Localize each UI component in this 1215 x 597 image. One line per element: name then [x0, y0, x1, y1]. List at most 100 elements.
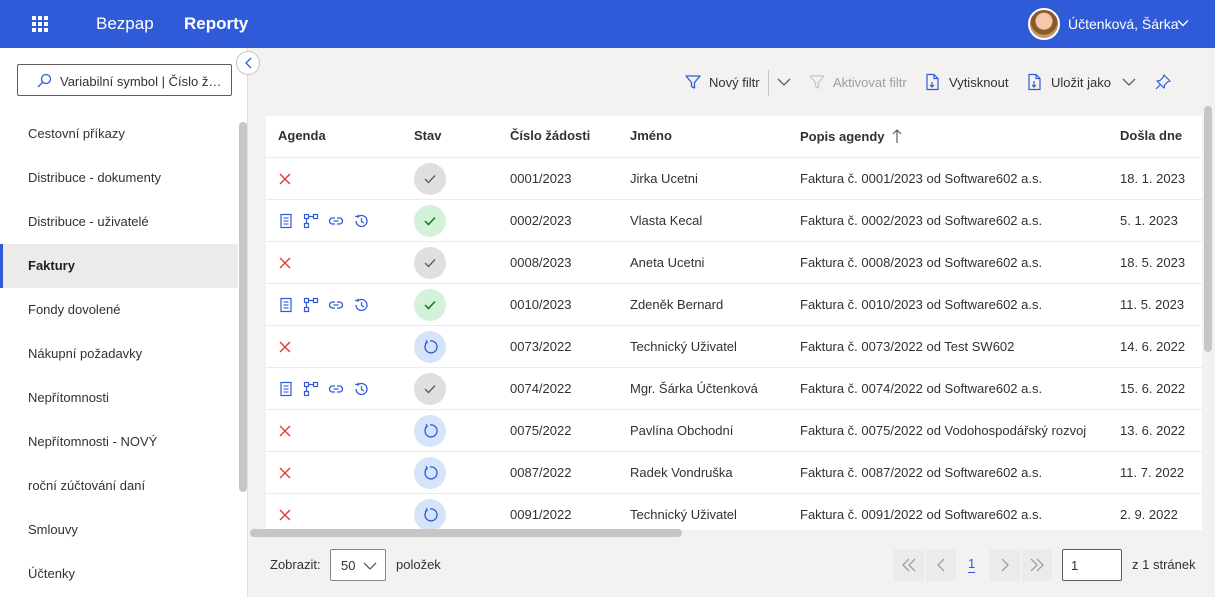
status-badge[interactable]	[414, 499, 446, 530]
column-header-agenda[interactable]: Agenda	[278, 128, 326, 143]
cell-name: Aneta Ucetni	[630, 255, 705, 270]
sidebar-item-nepritomnosti-novy[interactable]: Nepřítomnosti - NOVÝ	[0, 420, 238, 464]
link-icon[interactable]	[328, 381, 344, 397]
activate-filter-button[interactable]: Aktivovat filtr	[808, 72, 907, 92]
status-badge[interactable]	[414, 205, 446, 237]
status-check-icon	[424, 259, 436, 268]
next-page-button[interactable]	[990, 549, 1020, 581]
chevron-right-icon	[1001, 558, 1009, 572]
history-icon[interactable]	[353, 213, 369, 229]
history-icon[interactable]	[353, 297, 369, 313]
table-row[interactable]: 0073/2022 Technický Uživatel Faktura č. 00…	[266, 326, 1202, 368]
grid-vertical-scrollbar[interactable]	[1204, 106, 1212, 352]
reject-icon[interactable]	[278, 508, 292, 522]
column-header-request-number[interactable]: Číslo žádosti	[510, 128, 590, 143]
document-icon[interactable]	[278, 381, 294, 397]
workflow-icon[interactable]	[303, 213, 319, 229]
cell-request-number: 0001/2023	[510, 171, 572, 186]
link-icon[interactable]	[328, 213, 344, 229]
reject-icon[interactable]	[278, 256, 292, 270]
first-page-button[interactable]	[894, 549, 924, 581]
status-badge[interactable]	[414, 457, 446, 489]
link-icon[interactable]	[328, 297, 344, 313]
total-pages-label: z 1 stránek	[1132, 557, 1196, 572]
chevron-down-icon[interactable]	[1176, 16, 1190, 30]
reject-icon[interactable]	[278, 424, 292, 438]
cell-received: 2. 9. 2022	[1120, 507, 1178, 522]
sidebar-item-distribuce-dokumenty[interactable]: Distribuce - dokumenty	[0, 156, 238, 200]
page-size-value: 50	[341, 558, 356, 573]
user-avatar[interactable]	[1028, 8, 1060, 40]
column-header-status[interactable]: Stav	[414, 128, 441, 143]
status-badge[interactable]	[414, 247, 446, 279]
table-row[interactable]: 0008/2023 Aneta Ucetni Faktura č. 0008/202…	[266, 242, 1202, 284]
table-row[interactable]: 0074/2022 Mgr. Šárka Účtenková Faktura č. …	[266, 368, 1202, 410]
cell-description: Faktura č. 0010/2023 od Software602 a.s.	[800, 297, 1043, 312]
chevron-left-icon	[937, 558, 945, 572]
status-badge[interactable]	[414, 289, 446, 321]
sidebar-item-nepritomnosti[interactable]: Nepřítomnosti	[0, 376, 238, 420]
current-page-link[interactable]: 1	[968, 556, 976, 573]
pin-button[interactable]	[1154, 72, 1179, 92]
sidebar-item-fondy-dovolene[interactable]: Fondy dovolené	[0, 288, 238, 332]
agenda-cell	[278, 464, 301, 482]
print-button[interactable]: Vytisknout	[924, 72, 1009, 92]
document-icon[interactable]	[278, 213, 294, 229]
search-input[interactable]	[60, 71, 225, 91]
cell-name: Technický Uživatel	[630, 507, 737, 522]
grid-horizontal-scrollbar[interactable]	[250, 529, 682, 537]
table-row[interactable]: 0091/2022 Technický Uživatel Faktura č. 00…	[266, 494, 1202, 530]
sidebar-item-uctenky[interactable]: Účtenky	[0, 552, 238, 596]
agenda-cell	[278, 254, 301, 272]
command-bar: Nový filtr Aktivovat filtr Vytisknout Ul…	[248, 48, 1215, 116]
column-header-description[interactable]: Popis agendy	[800, 128, 902, 144]
cell-received: 11. 7. 2022	[1120, 465, 1185, 480]
user-name[interactable]: Účtenková, Šárka	[1068, 16, 1179, 32]
document-icon[interactable]	[278, 297, 294, 313]
sidebar-item-cestovni-prikazy[interactable]: Cestovní příkazy	[0, 112, 238, 156]
workflow-icon[interactable]	[303, 381, 319, 397]
page-number-input[interactable]	[1062, 549, 1122, 581]
status-badge[interactable]	[414, 373, 446, 405]
sidebar-item-smlouvy[interactable]: Smlouvy	[0, 508, 238, 552]
cell-request-number: 0073/2022	[510, 339, 572, 354]
reject-icon[interactable]	[278, 466, 292, 480]
table-row[interactable]: 0087/2022 Radek Vondruška Faktura č. 0087/…	[266, 452, 1202, 494]
collapse-sidebar-button[interactable]	[236, 51, 260, 75]
cell-received: 11. 5. 2023	[1120, 297, 1185, 312]
sidebar-scrollbar[interactable]	[239, 122, 247, 492]
previous-page-button[interactable]	[926, 549, 956, 581]
sidebar-item-nakupni-pozadavky[interactable]: Nákupní požadavky	[0, 332, 238, 376]
table-row[interactable]: 0010/2023 Zdeněk Bernard Faktura č. 0010/2…	[266, 284, 1202, 326]
app-launcher-icon[interactable]	[32, 16, 48, 32]
status-badge[interactable]	[414, 331, 446, 363]
status-badge[interactable]	[414, 415, 446, 447]
sidebar-item-rocni-zuctovani-dani[interactable]: roční zúčtování daní	[0, 464, 238, 508]
toolbar-divider	[768, 70, 769, 96]
page-size-dropdown[interactable]: 50	[330, 549, 386, 581]
cell-name: Technický Uživatel	[630, 339, 737, 354]
status-badge[interactable]	[414, 163, 446, 195]
status-pending-icon	[424, 339, 438, 354]
save-as-button[interactable]: Uložit jako	[1026, 72, 1137, 92]
status-pending-icon	[424, 507, 438, 522]
sidebar-item-faktury[interactable]: Faktury	[0, 244, 238, 288]
column-header-received[interactable]: Došla dne	[1120, 128, 1182, 143]
reject-icon[interactable]	[278, 340, 292, 354]
last-page-button[interactable]	[1022, 549, 1052, 581]
filter-menu-button[interactable]	[776, 72, 799, 92]
download-document-icon	[1028, 73, 1041, 91]
history-icon[interactable]	[353, 381, 369, 397]
app-title[interactable]: Bezpap	[96, 14, 154, 34]
search-field[interactable]	[17, 64, 232, 96]
section-title[interactable]: Reporty	[184, 14, 248, 34]
new-filter-button[interactable]: Nový filtr	[684, 72, 760, 92]
cell-received: 18. 5. 2023	[1120, 255, 1186, 270]
column-header-name[interactable]: Jméno	[630, 128, 672, 143]
workflow-icon[interactable]	[303, 297, 319, 313]
reject-icon[interactable]	[278, 172, 292, 186]
sidebar-item-distribuce-uzivatele[interactable]: Distribuce - uživatelé	[0, 200, 238, 244]
table-row[interactable]: 0002/2023 Vlasta Kecal Faktura č. 0002/202…	[266, 200, 1202, 242]
table-row[interactable]: 0001/2023 Jirka Ucetni Faktura č. 0001/202…	[266, 158, 1202, 200]
table-row[interactable]: 0075/2022 Pavlína Obchodní Faktura č. 0075…	[266, 410, 1202, 452]
